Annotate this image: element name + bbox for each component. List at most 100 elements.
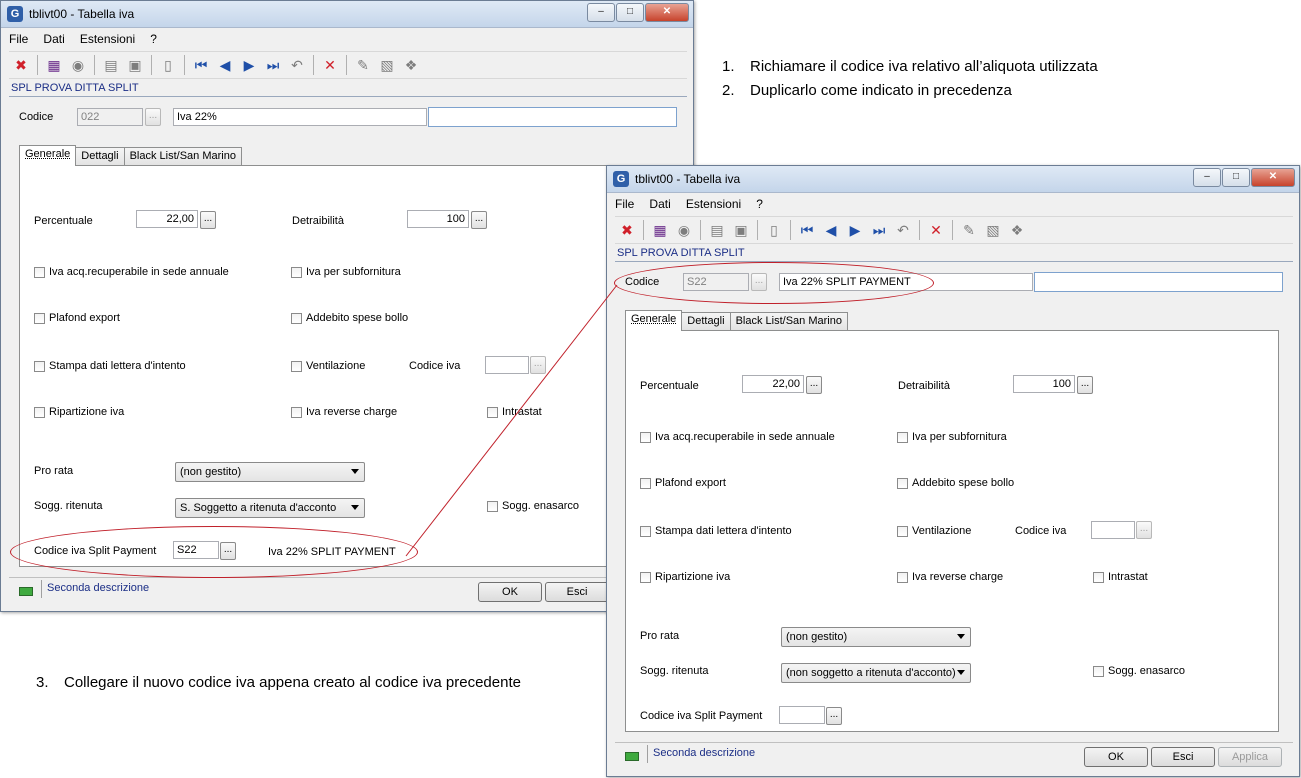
edit-icon[interactable]: ✎ [353,55,373,75]
tree-icon[interactable]: ❖ [1007,220,1027,240]
stampa-lettera-checkbox[interactable]: Stampa dati lettera d'intento [34,360,186,372]
percentuale-lookup-button[interactable]: ... [806,376,822,394]
title-bar[interactable]: G tblivt00 - Tabella iva – □ ✕ [607,166,1299,193]
split-payment-lookup-button[interactable]: ... [826,707,842,725]
paste-icon[interactable]: ▣ [731,220,751,240]
intrastat-checkbox[interactable]: Intrastat [1093,571,1148,583]
menu-file[interactable]: File [615,197,634,211]
minimize-button[interactable]: – [587,3,615,22]
minimize-button[interactable]: – [1193,168,1221,187]
close-button[interactable]: ✕ [645,3,689,22]
applica-button[interactable]: Applica [1218,747,1282,767]
enasarco-checkbox[interactable]: Sogg. enasarco [1093,665,1185,677]
codice-description2-input[interactable] [1034,272,1283,292]
esci-button[interactable]: Esci [545,582,609,602]
sogg-ritenuta-select[interactable]: S. Soggetto a ritenuta d'acconto [175,498,365,518]
codice-iva-input[interactable] [485,356,529,374]
prev-record-icon[interactable]: ◀ [821,220,841,240]
percentuale-input[interactable]: 22,00 [742,375,804,393]
last-record-icon[interactable]: ⏭ [263,55,283,75]
codice-lookup-button[interactable]: ... [145,108,161,126]
enasarco-checkbox[interactable]: Sogg. enasarco [487,500,579,512]
sogg-ritenuta-select[interactable]: (non soggetto a ritenuta d'acconto) [781,663,971,683]
maximize-button[interactable]: □ [616,3,644,22]
tree-icon[interactable]: ❖ [401,55,421,75]
prev-record-icon[interactable]: ◀ [215,55,235,75]
intrastat-checkbox[interactable]: Intrastat [487,406,542,418]
pro-rata-select[interactable]: (non gestito) [781,627,971,647]
tab-black-list[interactable]: Black List/San Marino [123,147,242,165]
reverse-charge-checkbox[interactable]: Iva reverse charge [291,406,397,418]
book-icon[interactable]: ▦ [650,220,670,240]
esci-button[interactable]: Esci [1151,747,1215,767]
codice-iva-lookup-button[interactable]: ... [530,356,546,374]
reverse-charge-checkbox[interactable]: Iva reverse charge [897,571,1003,583]
tab-dettagli[interactable]: Dettagli [681,312,731,330]
split-payment-lookup-button[interactable]: ... [220,542,236,560]
iva-acq-checkbox[interactable]: Iva acq.recuperabile in sede annuale [640,431,835,443]
edit-icon[interactable]: ✎ [959,220,979,240]
undo-icon[interactable]: ↶ [287,55,307,75]
split-payment-input[interactable] [779,706,825,724]
detraibilita-input[interactable]: 100 [407,210,469,228]
first-record-icon[interactable]: ⏮ [797,220,817,240]
codice-description-input[interactable]: Iva 22% [173,108,427,126]
undo-icon[interactable]: ↶ [893,220,913,240]
ripartizione-iva-checkbox[interactable]: Ripartizione iva [34,406,124,418]
first-record-icon[interactable]: ⏮ [191,55,211,75]
delete-icon[interactable]: ✕ [320,55,340,75]
tab-generale[interactable]: Generale [625,310,683,331]
binoculars-icon[interactable]: ◉ [674,220,694,240]
clipboard-icon[interactable]: ▤ [707,220,727,240]
paste-icon[interactable]: ▣ [125,55,145,75]
close-button[interactable]: ✕ [1251,168,1295,187]
folder-icon[interactable]: ▧ [983,220,1003,240]
exit-icon[interactable]: ✖ [11,55,31,75]
ripartizione-iva-checkbox[interactable]: Ripartizione iva [640,571,730,583]
menu-dati[interactable]: Dati [649,197,670,211]
last-record-icon[interactable]: ⏭ [869,220,889,240]
iva-subfornitura-checkbox[interactable]: Iva per subfornitura [291,266,401,278]
codice-iva-input[interactable] [1091,521,1135,539]
percentuale-lookup-button[interactable]: ... [200,211,216,229]
split-payment-input[interactable]: S22 [173,541,219,559]
codice-lookup-button[interactable]: ... [751,273,767,291]
maximize-button[interactable]: □ [1222,168,1250,187]
tab-generale[interactable]: Generale [19,145,77,166]
percentuale-input[interactable]: 22,00 [136,210,198,228]
detraibilita-lookup-button[interactable]: ... [1077,376,1093,394]
stampa-lettera-checkbox[interactable]: Stampa dati lettera d'intento [640,525,792,537]
page-icon[interactable]: ▯ [158,55,178,75]
menu-file[interactable]: File [9,32,28,46]
page-icon[interactable]: ▯ [764,220,784,240]
addebito-bollo-checkbox[interactable]: Addebito spese bollo [291,312,408,324]
detraibilita-lookup-button[interactable]: ... [471,211,487,229]
detraibilita-input[interactable]: 100 [1013,375,1075,393]
exit-icon[interactable]: ✖ [617,220,637,240]
menu-dati[interactable]: Dati [43,32,64,46]
ok-button[interactable]: OK [1084,747,1148,767]
title-bar[interactable]: G tblivt00 - Tabella iva – □ ✕ [1,1,693,28]
book-icon[interactable]: ▦ [44,55,64,75]
clipboard-icon[interactable]: ▤ [101,55,121,75]
codice-input[interactable]: 022 [77,108,143,126]
pro-rata-select[interactable]: (non gestito) [175,462,365,482]
addebito-bollo-checkbox[interactable]: Addebito spese bollo [897,477,1014,489]
folder-icon[interactable]: ▧ [377,55,397,75]
menu-help[interactable]: ? [150,32,157,46]
iva-subfornitura-checkbox[interactable]: Iva per subfornitura [897,431,1007,443]
ok-button[interactable]: OK [478,582,542,602]
plafond-export-checkbox[interactable]: Plafond export [34,312,120,324]
menu-estensioni[interactable]: Estensioni [686,197,741,211]
next-record-icon[interactable]: ▶ [845,220,865,240]
menu-help[interactable]: ? [756,197,763,211]
ventilazione-checkbox[interactable]: Ventilazione [897,525,971,537]
codice-iva-lookup-button[interactable]: ... [1136,521,1152,539]
codice-description2-input[interactable] [428,107,677,127]
next-record-icon[interactable]: ▶ [239,55,259,75]
tab-dettagli[interactable]: Dettagli [75,147,125,165]
binoculars-icon[interactable]: ◉ [68,55,88,75]
delete-icon[interactable]: ✕ [926,220,946,240]
menu-estensioni[interactable]: Estensioni [80,32,135,46]
plafond-export-checkbox[interactable]: Plafond export [640,477,726,489]
